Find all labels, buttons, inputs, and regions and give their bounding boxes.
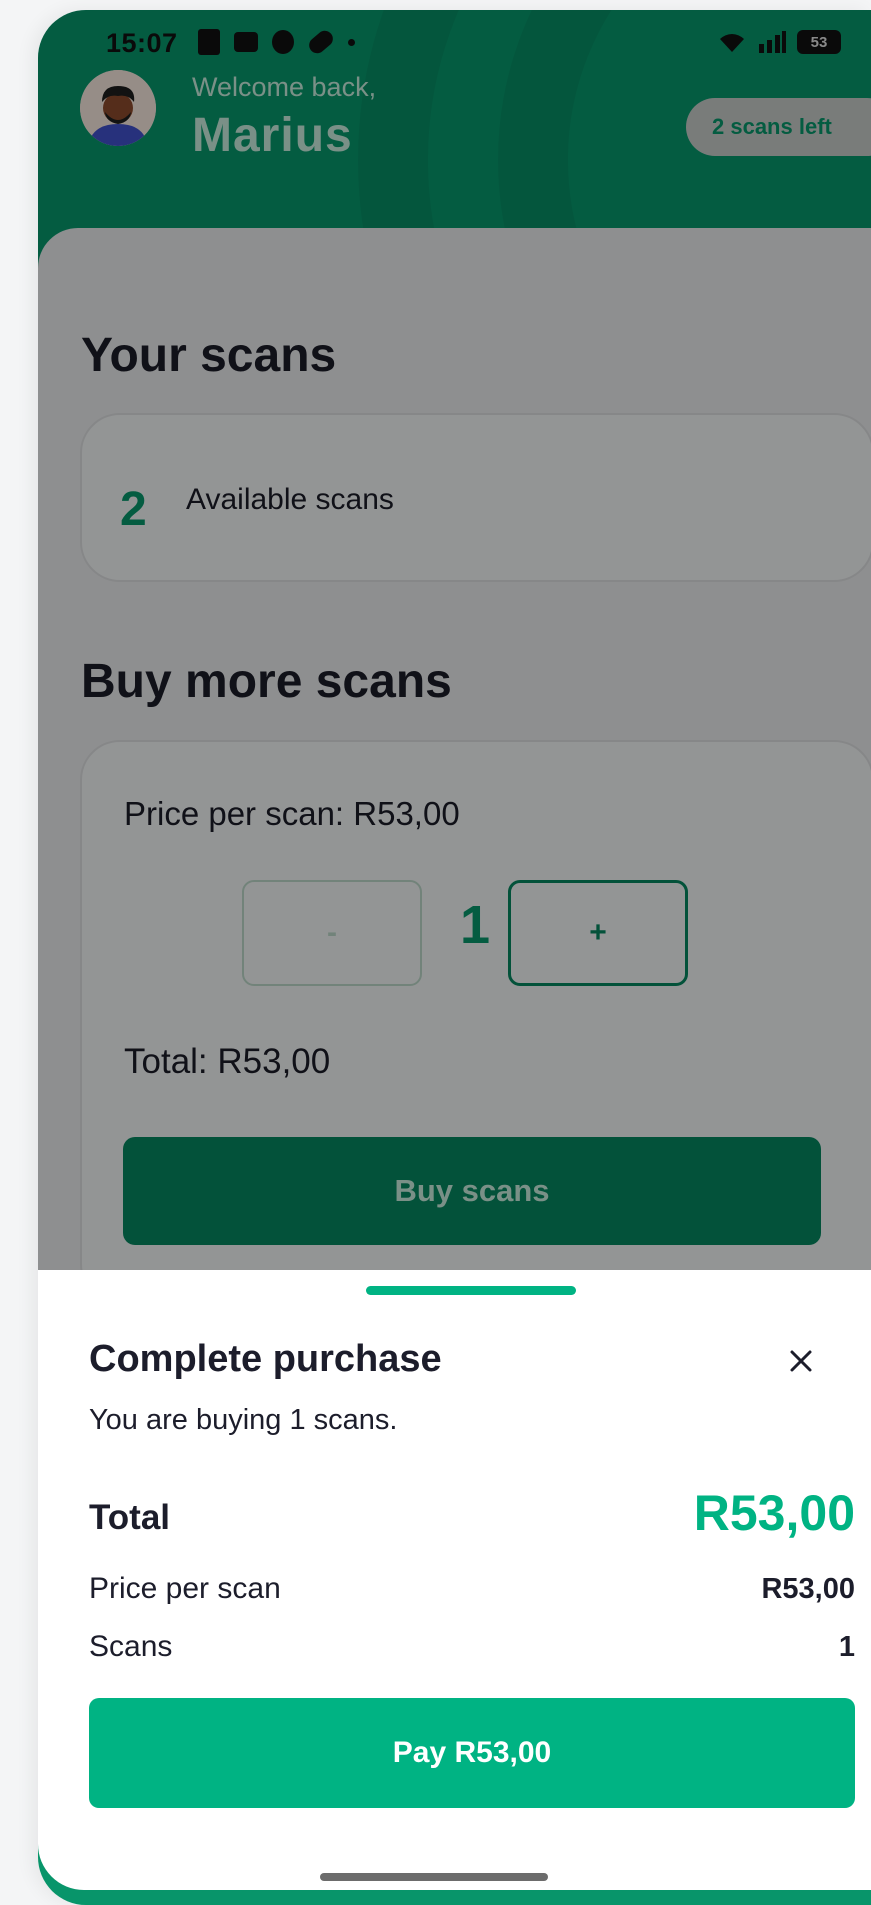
price-per-scan-value: R53,00 [761,1573,855,1605]
purchase-bottom-sheet: Complete purchase You are buying 1 scans… [38,1270,871,1890]
modal-backdrop[interactable] [38,10,871,1270]
price-per-scan-label: Price per scan [89,1572,281,1605]
home-indicator[interactable] [320,1873,548,1881]
scans-label: Scans [89,1630,173,1663]
app-screen: 15:07 53 Welcome back, Marius 2 scans le… [38,10,871,1905]
purchase-summary: You are buying 1 scans. [89,1404,398,1436]
pay-button[interactable]: Pay R53,00 [89,1698,855,1808]
scans-value: 1 [838,1631,855,1663]
total-value: R53,00 [693,1485,855,1541]
total-label: Total [89,1498,171,1537]
drag-handle[interactable] [366,1286,576,1295]
sheet-title: Complete purchase [89,1338,442,1380]
close-icon[interactable] [786,1346,816,1376]
